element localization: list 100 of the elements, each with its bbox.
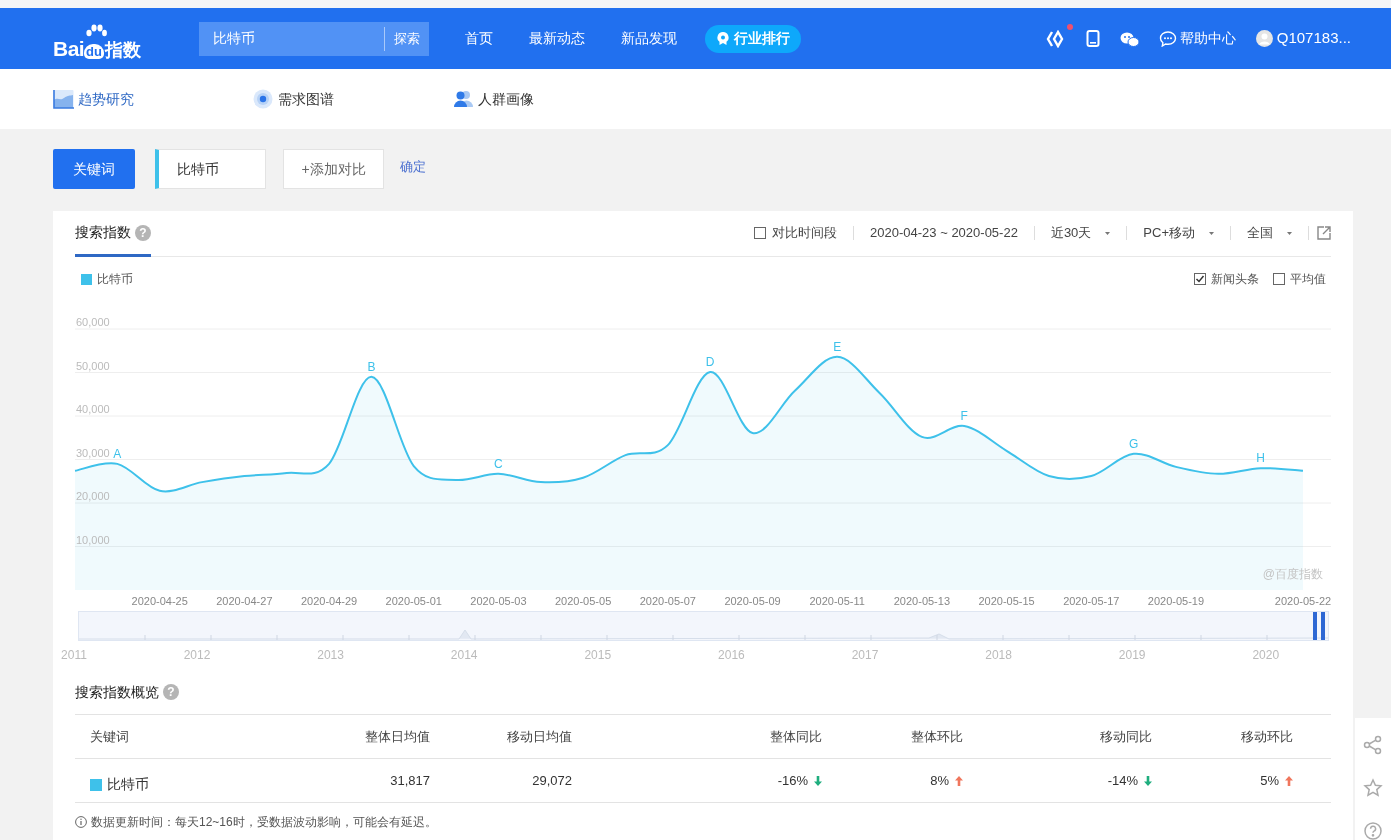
column-header: 关键词	[90, 728, 129, 744]
ranking-link[interactable]: 行业排行	[705, 24, 801, 53]
x-axis-label: 2020-05-05	[555, 596, 612, 607]
nav-link[interactable]: 新品发现	[621, 28, 677, 49]
dropdown[interactable]: 全国	[1247, 223, 1292, 243]
chat-bubbles-icon[interactable]	[1119, 30, 1139, 47]
dropdown[interactable]: 近30天	[1050, 223, 1111, 243]
date-range[interactable]: 2020-04-23 ~ 2020-05-22	[870, 223, 1018, 243]
card-title: 搜索指数	[75, 223, 131, 242]
point-annotation: E	[833, 340, 842, 353]
legend-label: 比特币	[97, 271, 133, 288]
point-annotation: C	[494, 457, 503, 470]
table-cell-text: -16%	[777, 771, 808, 790]
y-axis-label: 60,000	[76, 317, 110, 328]
column-header: 移动环比	[1241, 728, 1293, 744]
table-cell-text: 5%	[1260, 771, 1279, 790]
people-icon	[453, 89, 474, 109]
section-tab[interactable]: 人群画像	[453, 88, 653, 110]
info-icon	[75, 816, 87, 828]
year-label: 2014	[450, 647, 478, 664]
caret-icon	[1105, 231, 1111, 235]
checkbox[interactable]	[754, 227, 767, 239]
badge-icon	[716, 31, 730, 46]
column-header: 整体日均值	[365, 728, 430, 744]
point-annotation: F	[960, 410, 968, 422]
dropdown[interactable]: PC+移动	[1143, 223, 1214, 243]
x-axis-label: 2020-05-09	[724, 596, 781, 607]
year-label: 2017	[851, 647, 879, 664]
range-handle[interactable]	[1321, 612, 1325, 640]
y-axis-label: 50,000	[76, 360, 110, 372]
logo[interactable]: Bai du 指数	[53, 18, 153, 59]
year-label: 2013	[317, 647, 344, 664]
y-axis-label: 40,000	[76, 404, 110, 415]
nav-link[interactable]: 首页	[465, 28, 493, 49]
keyword-field[interactable]: 比特币	[155, 149, 266, 189]
x-axis-label: 2020-05-17	[1063, 596, 1120, 607]
point-annotation: G	[1128, 437, 1139, 450]
x-axis-label: 2020-05-13	[893, 596, 951, 607]
range-handle[interactable]	[1313, 612, 1317, 640]
keyword-button[interactable]: 关键词	[53, 149, 135, 189]
point-annotation: H	[1256, 452, 1265, 465]
add-compare-button[interactable]: +添加对比	[283, 149, 384, 189]
share-icon[interactable]	[1363, 735, 1383, 756]
checkbox[interactable]	[1194, 273, 1206, 285]
point-annotation: D	[705, 356, 715, 369]
section-tab[interactable]: 需求图谱	[253, 88, 453, 110]
y-axis-label: 20,000	[76, 491, 110, 502]
update-note: 数据更新时间：每天12~16时，受数据波动影响，可能会有延迟。	[91, 814, 437, 831]
checkbox-label: 对比时间段	[772, 224, 838, 243]
search-field[interactable]: 比特币 探索	[199, 21, 429, 56]
x-axis-label: 2020-04-27	[216, 596, 273, 607]
column-header: 整体环比	[911, 728, 963, 744]
x-axis-label: 2020-05-19	[1147, 596, 1205, 607]
year-label: 2011	[61, 647, 87, 664]
column-header: 移动同比	[1100, 728, 1152, 744]
user-menu[interactable]: Q107183...	[1255, 27, 1351, 50]
x-axis-label: 2020-05-07	[639, 596, 696, 607]
tablet-icon[interactable]	[1085, 30, 1100, 47]
x-axis-label: 2020-04-25	[131, 596, 188, 607]
help-icon[interactable]	[1363, 820, 1383, 840]
x-axis-label: 2020-05-01	[385, 596, 442, 607]
y-axis-label: 10,000	[76, 534, 110, 546]
caret-icon	[1209, 231, 1214, 235]
caret-icon	[1287, 231, 1292, 235]
x-axis-label: 2020-05-11	[809, 596, 865, 607]
column-header: 整体同比	[770, 728, 822, 744]
y-axis-label: 30,000	[76, 447, 110, 459]
keyword-cell-text: 比特币	[107, 775, 149, 794]
x-axis-label: 2020-05-22	[1274, 596, 1332, 607]
table-cell: 29,072	[532, 772, 572, 788]
avatar-icon	[1255, 30, 1273, 47]
year-label: 2019	[1118, 647, 1146, 664]
star-icon[interactable]	[1363, 778, 1383, 798]
search-button[interactable]: 探索	[385, 21, 429, 56]
export-icon[interactable]	[1317, 226, 1331, 240]
checkbox-label: 平均值	[1290, 271, 1326, 288]
point-annotation: B	[367, 360, 376, 373]
x-axis-label: 2020-04-29	[300, 596, 358, 607]
diamond-icon[interactable]	[1045, 29, 1066, 48]
nav-link[interactable]: 最新动态	[529, 28, 585, 49]
section-tab[interactable]: 趋势研究	[53, 88, 253, 110]
year-label: 2018	[985, 647, 1012, 664]
table-cell-text: -14%	[1107, 771, 1138, 790]
point-annotation: A	[113, 447, 122, 460]
table-cell: 31,817	[390, 772, 430, 788]
x-axis-label: 2020-05-03	[470, 596, 527, 607]
checkbox-label: 新闻头条	[1211, 271, 1259, 288]
checkbox[interactable]	[1273, 273, 1285, 285]
year-label: 2015	[584, 647, 612, 664]
help-center-link[interactable]: 帮助中心	[1158, 28, 1236, 49]
column-header: 移动日均值	[507, 728, 572, 744]
x-axis-label: 2020-05-15	[978, 596, 1035, 607]
year-label: 2016	[718, 647, 745, 664]
chart-icon	[53, 89, 74, 109]
table-cell-text: 8%	[930, 771, 949, 790]
year-label: 2020	[1252, 647, 1280, 664]
confirm-link[interactable]: 确定	[400, 157, 426, 177]
section-title: 搜索指数概览	[75, 682, 159, 702]
year-label: 2012	[183, 647, 211, 664]
chat-icon	[1158, 30, 1177, 47]
